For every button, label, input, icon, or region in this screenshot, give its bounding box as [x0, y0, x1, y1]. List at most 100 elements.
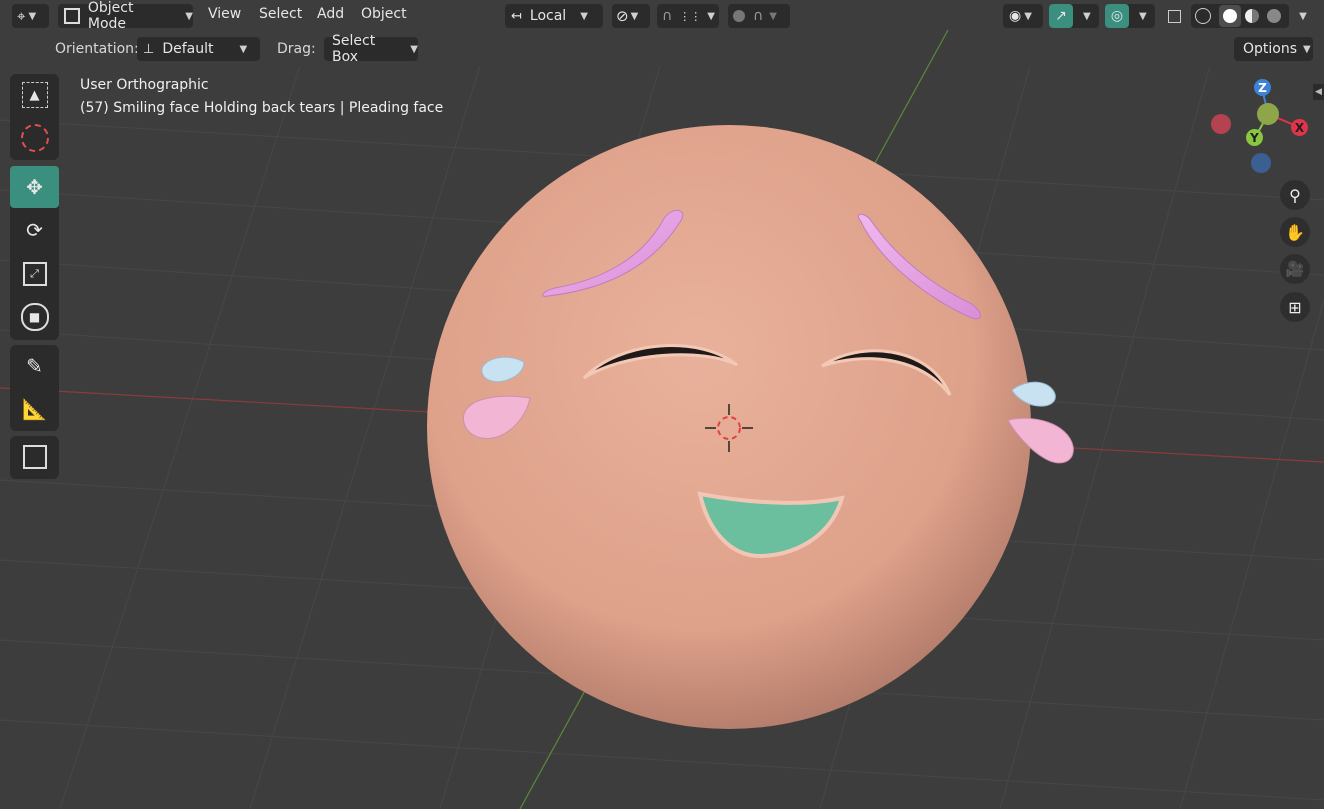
- measure-tool[interactable]: 📐: [10, 388, 59, 430]
- scale-tool[interactable]: ⤢: [10, 253, 59, 295]
- select-box-icon: ▲: [21, 82, 48, 108]
- options-dropdown[interactable]: Options ▼: [1234, 37, 1313, 61]
- falloff-curve-icon: ∩: [753, 8, 764, 24]
- toolbar-group-select: ▲: [10, 74, 59, 160]
- chevron-down-icon: ▼: [1299, 10, 1307, 22]
- chevron-down-icon: ▼: [580, 10, 588, 22]
- chevron-down-icon: ▼: [410, 43, 418, 55]
- orientation-label: Orientation:: [55, 41, 139, 57]
- perspective-toggle-button[interactable]: ⊞: [1280, 292, 1310, 322]
- rendered-shading-icon[interactable]: [1267, 9, 1281, 23]
- snap-increment-icon: ⋮⋮: [679, 9, 702, 23]
- overlay-icon: ◎: [1105, 4, 1129, 28]
- gizmo-z-axis[interactable]: Z: [1254, 79, 1271, 96]
- chevron-down-icon: ▼: [630, 10, 639, 22]
- menu-object[interactable]: Object: [361, 6, 407, 22]
- overlay-toggle[interactable]: ◎ ▼: [1105, 4, 1155, 28]
- gizmo-x-axis[interactable]: X: [1291, 119, 1308, 136]
- snap-toggle[interactable]: ∩ ⋮⋮ ▼: [657, 4, 719, 28]
- orientation-value: Default: [162, 41, 214, 57]
- face-sphere[interactable]: [427, 125, 1031, 729]
- shading-options-dropdown[interactable]: ▼: [1292, 4, 1314, 28]
- chevron-down-icon: ▼: [1139, 10, 1147, 22]
- chevron-down-icon: ▼: [769, 10, 777, 22]
- object-info: (57) Smiling face Holding back tears | P…: [80, 100, 444, 116]
- pencil-icon: ✎: [26, 354, 43, 378]
- xray-icon: [1167, 9, 1181, 23]
- gizmo-toggle[interactable]: ↗ ▼: [1049, 4, 1099, 28]
- zoom-icon: ⚲: [1289, 185, 1301, 205]
- xray-toggle[interactable]: [1162, 4, 1186, 28]
- transform-orientation-label: Local: [529, 8, 567, 24]
- menu-add[interactable]: Add: [317, 6, 344, 22]
- 3d-viewport[interactable]: [0, 0, 1324, 809]
- chevron-down-icon: ▼: [707, 10, 715, 22]
- scale-icon: ⤢: [22, 262, 47, 286]
- chevron-down-icon: ▼: [1024, 10, 1032, 22]
- add-cube-icon: [22, 445, 47, 469]
- ruler-icon: 📐: [22, 397, 47, 421]
- editor-type-button[interactable]: ⌖ ▼: [12, 4, 49, 28]
- object-mode-icon: [64, 8, 80, 24]
- solid-shading-icon[interactable]: [1219, 5, 1241, 27]
- menu-view[interactable]: View: [208, 6, 241, 22]
- proportional-edit-icon: [733, 10, 745, 22]
- drag-dropdown[interactable]: Select Box ▼: [324, 33, 418, 65]
- transform-tool[interactable]: ■: [10, 296, 59, 338]
- chevron-left-icon: ◀: [1315, 87, 1322, 97]
- toolbar-group-annotate: ✎ 📐: [10, 345, 59, 431]
- cursor-icon: [20, 124, 49, 152]
- chevron-down-icon: ▼: [1303, 43, 1311, 55]
- chevron-down-icon: ▼: [185, 10, 193, 22]
- mode-label: Object Mode: [87, 0, 134, 32]
- zoom-button[interactable]: ⚲: [1280, 180, 1310, 210]
- grid-icon: ⊞: [1288, 297, 1302, 317]
- tool-settings-bar: Orientation: ⊥ Default ▼ Drag: Select Bo…: [0, 32, 1324, 66]
- toolbar-group-transform: ✥ ⟳ ⤢ ■: [10, 166, 59, 340]
- mode-dropdown[interactable]: Object Mode ▼: [58, 0, 193, 32]
- view-name: User Orthographic: [80, 77, 209, 93]
- viewport-header: ⌖ ▼ Object Mode ▼ View Select Add Object…: [0, 0, 1324, 32]
- rotate-tool[interactable]: ⟳: [10, 209, 59, 251]
- select-box-tool[interactable]: ▲: [10, 74, 59, 116]
- annotate-tool[interactable]: ✎: [10, 345, 59, 387]
- rotate-icon: ⟳: [26, 218, 43, 242]
- chevron-down-icon: ▼: [28, 10, 37, 22]
- move-icon: ✥: [26, 175, 43, 199]
- proportional-edit-toggle[interactable]: ∩ ▼: [728, 4, 790, 28]
- orientation-icon: ↤: [511, 8, 522, 24]
- gizmo-icon: ↗: [1049, 4, 1073, 28]
- cursor-tool[interactable]: [10, 117, 59, 159]
- material-preview-shading-icon[interactable]: [1245, 9, 1259, 23]
- toolbar-group-add: [10, 436, 59, 479]
- camera-icon: 🎥: [1285, 260, 1305, 278]
- hand-icon: ✋: [1285, 222, 1305, 242]
- orientation-axes-icon: ⊥: [143, 41, 155, 57]
- options-label: Options: [1243, 41, 1298, 57]
- transform-orientation-dropdown[interactable]: ↤ Local ▼: [505, 4, 603, 28]
- pivot-point-dropdown[interactable]: ⊘ ▼: [612, 4, 650, 28]
- move-tool[interactable]: ✥: [10, 166, 59, 208]
- gizmo-neg-x[interactable]: [1211, 114, 1231, 134]
- gizmo-y-axis[interactable]: Y: [1246, 129, 1263, 146]
- visibility-dropdown[interactable]: ◉ ▼: [1003, 4, 1043, 28]
- magnet-icon: ∩: [662, 8, 673, 24]
- link-icon: ⊘: [616, 7, 629, 25]
- wireframe-shading-icon[interactable]: [1195, 8, 1211, 24]
- eye-icon: ◉: [1009, 8, 1022, 24]
- camera-button[interactable]: 🎥: [1280, 254, 1310, 284]
- gizmo-center[interactable]: [1257, 103, 1279, 125]
- menu-select[interactable]: Select: [259, 6, 302, 22]
- gizmo-neg-z[interactable]: [1251, 153, 1271, 173]
- axes-icon: ⌖: [17, 7, 26, 25]
- shading-modes: [1191, 4, 1289, 28]
- pan-button[interactable]: ✋: [1280, 217, 1310, 247]
- transform-icon: ■: [20, 303, 49, 331]
- drag-value: Select Box: [332, 33, 376, 65]
- chevron-down-icon: ▼: [239, 43, 248, 55]
- add-cube-tool[interactable]: [10, 436, 59, 478]
- orientation-dropdown[interactable]: ⊥ Default ▼: [137, 37, 260, 61]
- chevron-down-icon: ▼: [1083, 10, 1091, 22]
- navigation-gizmo[interactable]: Z X Y: [1205, 76, 1315, 176]
- emoji-face-model[interactable]: [427, 125, 1074, 729]
